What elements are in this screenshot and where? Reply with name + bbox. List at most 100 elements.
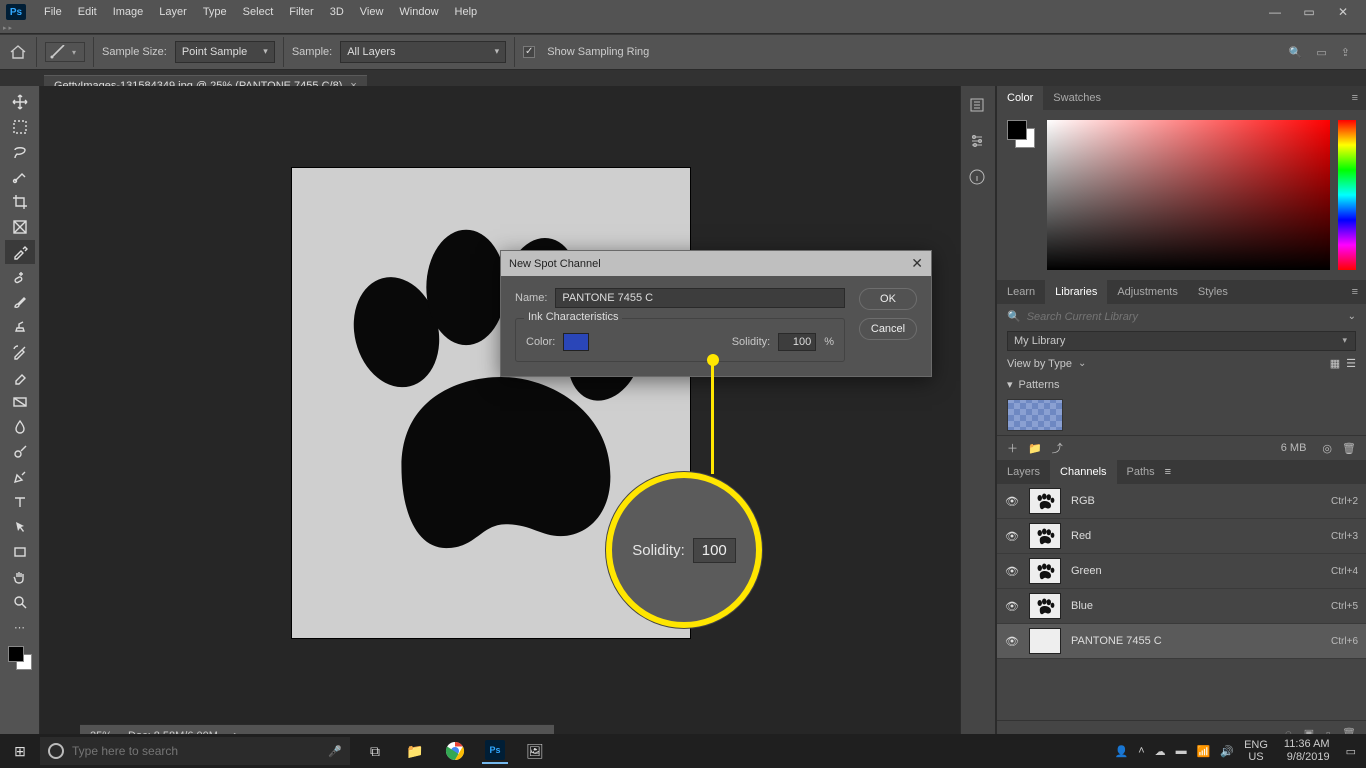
quick-select-tool[interactable] [5, 165, 35, 189]
taskbar-search[interactable]: 🎤 [40, 737, 350, 765]
wifi-icon[interactable]: 📶 [1197, 745, 1211, 758]
menu-window[interactable]: Window [391, 0, 446, 24]
channel-row[interactable]: 👁GreenCtrl+4 [997, 554, 1366, 589]
visibility-toggle-icon[interactable]: 👁 [1005, 495, 1019, 508]
photos-taskbar-icon[interactable]: 🖼 [522, 738, 548, 764]
share-icon[interactable]: ⇪ [1341, 46, 1350, 59]
eyedropper-tool[interactable] [5, 240, 35, 264]
visibility-toggle-icon[interactable]: 👁 [1005, 635, 1019, 648]
sample-size-dropdown[interactable]: Point Sample [175, 41, 275, 63]
library-picker[interactable]: My Library [1007, 331, 1356, 351]
close-button[interactable]: ✕ [1326, 0, 1360, 24]
ok-button[interactable]: OK [859, 288, 917, 310]
channel-row[interactable]: 👁PANTONE 7455 CCtrl+6 [997, 624, 1366, 659]
marquee-tool[interactable] [5, 115, 35, 139]
file-explorer-icon[interactable]: 📁 [402, 738, 428, 764]
color-field[interactable] [1047, 120, 1330, 270]
search-icon[interactable]: 🔍 [1289, 46, 1303, 59]
channel-row[interactable]: 👁RedCtrl+3 [997, 519, 1366, 554]
panel-menu-icon[interactable]: ≡ [1344, 92, 1366, 104]
menu-file[interactable]: File [36, 0, 70, 24]
action-center-icon[interactable]: ▭ [1346, 745, 1356, 758]
solidity-input[interactable] [778, 333, 816, 351]
dodge-tool[interactable] [5, 440, 35, 464]
screen-mode-icon[interactable]: ▭ [1316, 46, 1326, 59]
panel-menu-icon[interactable]: ≡ [1344, 286, 1366, 298]
hand-tool[interactable] [5, 565, 35, 589]
menu-type[interactable]: Type [195, 0, 235, 24]
upload-icon[interactable]: ⤴ [1052, 440, 1063, 456]
move-tool[interactable] [5, 90, 35, 114]
dialog-titlebar[interactable]: New Spot Channel ✕ [501, 251, 931, 276]
channel-row[interactable]: 👁RGBCtrl+2 [997, 484, 1366, 519]
menu-view[interactable]: View [352, 0, 392, 24]
photoshop-taskbar-icon[interactable]: Ps [482, 738, 508, 764]
zoom-tool[interactable] [5, 590, 35, 614]
color-tab[interactable]: Color [997, 86, 1043, 110]
hue-slider[interactable] [1338, 120, 1356, 270]
onedrive-icon[interactable]: ☁ [1155, 745, 1166, 758]
people-icon[interactable]: 👤 [1115, 745, 1129, 758]
cancel-button[interactable]: Cancel [859, 318, 917, 340]
menu-layer[interactable]: Layer [151, 0, 195, 24]
swatches-tab[interactable]: Swatches [1043, 86, 1111, 110]
tray-chevron-icon[interactable]: ˄ [1138, 745, 1144, 757]
grid-view-icon[interactable]: ▦ [1330, 357, 1340, 370]
view-by-label[interactable]: View by Type [1007, 358, 1072, 370]
paths-tab[interactable]: Paths [1117, 460, 1165, 484]
foreground-background-swatch[interactable] [8, 646, 32, 670]
visibility-toggle-icon[interactable]: 👁 [1005, 565, 1019, 578]
cc-sync-icon[interactable]: ◎ [1322, 442, 1332, 455]
visibility-toggle-icon[interactable]: 👁 [1005, 600, 1019, 613]
rectangle-tool[interactable] [5, 540, 35, 564]
lasso-tool[interactable] [5, 140, 35, 164]
brush-tool[interactable] [5, 290, 35, 314]
visibility-toggle-icon[interactable]: 👁 [1005, 530, 1019, 543]
menu-select[interactable]: Select [235, 0, 282, 24]
clone-stamp-tool[interactable] [5, 315, 35, 339]
mic-icon[interactable]: 🎤 [328, 745, 342, 758]
menu-image[interactable]: Image [105, 0, 152, 24]
adjustments-tab[interactable]: Adjustments [1107, 280, 1188, 304]
trash-icon[interactable]: 🗑 [1342, 442, 1356, 455]
spot-channel-name-input[interactable] [555, 288, 845, 308]
dialog-close-button[interactable]: ✕ [911, 255, 923, 272]
canvas-area[interactable]: New Spot Channel ✕ Name: Ink Characteris… [40, 86, 960, 746]
libraries-tab[interactable]: Libraries [1045, 280, 1107, 304]
panel-menu-icon[interactable]: ≡ [1165, 466, 1171, 478]
properties-panel-icon[interactable] [968, 132, 988, 152]
blur-tool[interactable] [5, 415, 35, 439]
tool-preset-picker[interactable]: ▾ [45, 42, 85, 62]
path-select-tool[interactable] [5, 515, 35, 539]
taskbar-search-input[interactable] [72, 744, 320, 758]
restore-button[interactable]: ▭ [1292, 0, 1326, 24]
frame-tool[interactable] [5, 215, 35, 239]
info-panel-icon[interactable] [968, 168, 988, 188]
chrome-icon[interactable] [442, 738, 468, 764]
search-dropdown-icon[interactable]: ⌄ [1348, 311, 1356, 322]
history-brush-tool[interactable] [5, 340, 35, 364]
color-fgbg-swatch[interactable] [1007, 120, 1035, 148]
list-view-icon[interactable]: ☰ [1346, 357, 1356, 370]
language-indicator[interactable]: ENGUS [1244, 739, 1268, 763]
taskbar-clock[interactable]: 11:36 AM9/8/2019 [1278, 738, 1336, 763]
eraser-tool[interactable] [5, 365, 35, 389]
patterns-section-header[interactable]: ▾Patterns [997, 374, 1366, 395]
minimize-button[interactable]: — [1258, 0, 1292, 24]
library-search-input[interactable] [1027, 311, 1342, 323]
crop-tool[interactable] [5, 190, 35, 214]
battery-icon[interactable]: ▬ [1176, 745, 1187, 757]
task-view-icon[interactable]: ⧉ [362, 738, 388, 764]
pen-tool[interactable] [5, 465, 35, 489]
styles-tab[interactable]: Styles [1188, 280, 1238, 304]
menu-help[interactable]: Help [447, 0, 486, 24]
channels-tab[interactable]: Channels [1050, 460, 1116, 484]
show-sampling-ring-checkbox[interactable] [523, 46, 535, 58]
add-content-icon[interactable]: ＋ [1007, 440, 1018, 456]
home-icon[interactable] [8, 42, 28, 62]
edit-toolbar-button[interactable]: ⋯ [5, 615, 35, 639]
menu-filter[interactable]: Filter [281, 0, 321, 24]
gradient-tool[interactable] [5, 390, 35, 414]
layers-tab[interactable]: Layers [997, 460, 1050, 484]
type-tool[interactable] [5, 490, 35, 514]
